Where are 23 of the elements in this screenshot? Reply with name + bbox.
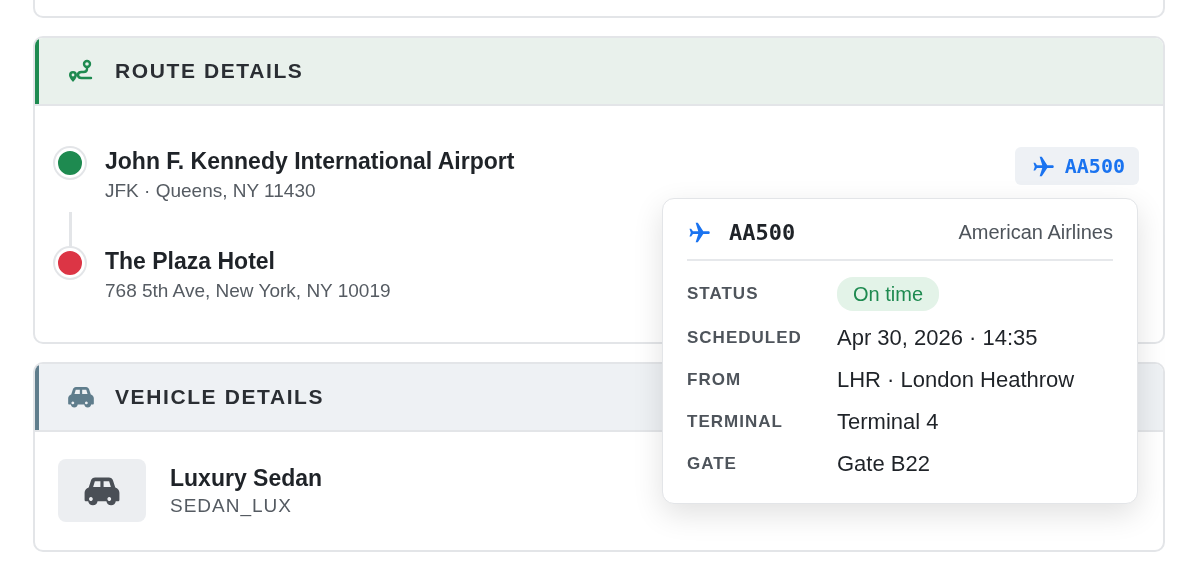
stop-name: John F. Kennedy International Airport [105, 147, 515, 176]
field-value: Terminal 4 [837, 408, 940, 436]
field-label: GATE [687, 454, 738, 474]
field-value: Gate B22 [837, 450, 931, 478]
vehicle-code: SEDAN_LUX [170, 493, 293, 519]
section-title: ROUTE DETAILS [115, 59, 304, 83]
stop-address: JFK · Queens, NY 11430 [105, 179, 317, 203]
field-value: LHR · London Heathrow [837, 366, 1076, 394]
flight-chip[interactable]: AA500 [1014, 147, 1139, 185]
vehicle-name: Luxury Sedan [170, 463, 323, 493]
route-icon [67, 58, 95, 84]
status-badge: On time [837, 277, 940, 311]
field-label: SCHEDULED [687, 328, 803, 348]
stop-address: 768 5th Ave, New York, NY 10019 [105, 279, 391, 303]
field-label: FROM [687, 370, 743, 390]
field-label: STATUS [687, 284, 760, 304]
field-value: Apr 30, 2026 · 14:35 [837, 324, 1039, 352]
car-icon [67, 384, 95, 410]
stop-name: The Plaza Hotel [105, 247, 276, 276]
field-label: TERMINAL [687, 412, 784, 432]
flight-code: AA500 [729, 219, 796, 245]
section-title: VEHICLE DETAILS [115, 385, 325, 409]
airline-name: American Airlines [958, 220, 1113, 244]
